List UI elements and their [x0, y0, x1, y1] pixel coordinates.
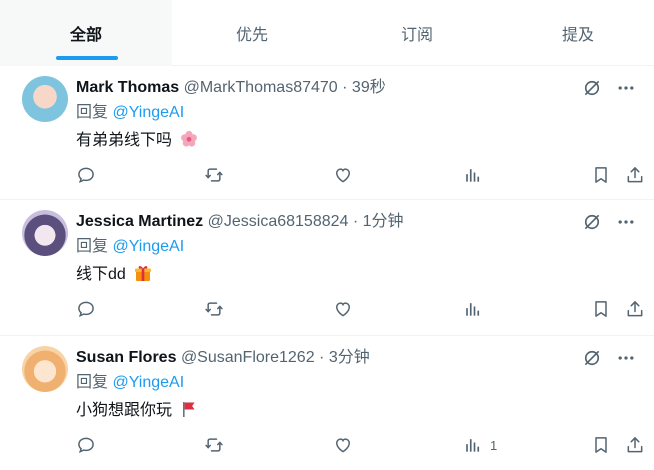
tweet-text-content: 有弟弟线下吗: [76, 132, 173, 149]
tweet-item[interactable]: Jessica Martinez @Jessica68158824 · 1分钟 …: [0, 200, 654, 336]
author-handle[interactable]: @SusanFlore1262: [181, 349, 315, 366]
share-icon: [627, 437, 643, 453]
tweet-text: 小狗想跟你玩: [76, 400, 198, 424]
tab-priority[interactable]: 优先: [172, 0, 332, 66]
timestamp[interactable]: 39秒: [352, 79, 386, 96]
active-tab-indicator: [56, 56, 118, 60]
tweet-item[interactable]: Mark Thomas @MarkThomas87470 · 39秒 回复 @Y…: [0, 66, 654, 200]
share-button[interactable]: [625, 434, 645, 456]
reply-button[interactable]: [76, 298, 96, 320]
retweet-button[interactable]: [204, 434, 224, 456]
bookmark-button[interactable]: [591, 164, 611, 186]
author-name[interactable]: Jessica Martinez: [76, 213, 203, 230]
author-name[interactable]: Susan Flores: [76, 349, 176, 366]
tweet-text: 线下dd: [76, 264, 152, 288]
reply-button[interactable]: [76, 164, 96, 186]
like-button[interactable]: [333, 298, 353, 320]
tweet-actions: 1: [76, 434, 644, 458]
author-name[interactable]: Mark Thomas: [76, 79, 179, 96]
views-button[interactable]: [462, 164, 490, 186]
reply-handle-link[interactable]: @YingeAI: [112, 238, 184, 255]
tweet-text-content: 小狗想跟你玩: [76, 402, 173, 419]
views-icon: [466, 439, 480, 452]
reply-prefix: 回复: [76, 104, 109, 121]
share-button[interactable]: [625, 164, 645, 186]
reply-button[interactable]: [76, 434, 96, 456]
heart-icon: [335, 438, 351, 453]
more-icon[interactable]: [616, 212, 636, 232]
views-count: 1: [490, 437, 498, 453]
tweet-header: Mark Thomas @MarkThomas87470 · 39秒: [76, 78, 386, 98]
reply-handle-link[interactable]: @YingeAI: [112, 374, 184, 391]
more-icon[interactable]: [616, 348, 636, 368]
retweet-icon: [205, 438, 223, 452]
retweet-icon: [205, 168, 223, 182]
red-flag-emoji-icon: [180, 400, 198, 424]
avatar[interactable]: [22, 76, 68, 122]
like-button[interactable]: [333, 434, 353, 456]
tweet-actions: [76, 164, 644, 188]
share-icon: [627, 167, 643, 183]
bookmark-icon: [595, 437, 607, 453]
tab-priority-label: 优先: [235, 27, 268, 44]
bookmark-icon: [595, 167, 607, 183]
bookmark-button[interactable]: [591, 434, 611, 456]
tweet-item[interactable]: Susan Flores @SusanFlore1262 · 3分钟 回复 @Y…: [0, 336, 654, 470]
tab-subscriptions-label: 订阅: [400, 27, 433, 44]
retweet-icon: [205, 302, 223, 316]
reply-prefix: 回复: [76, 238, 109, 255]
flower-emoji-icon: [180, 130, 198, 154]
heart-icon: [335, 168, 351, 183]
tab-subscriptions[interactable]: 订阅: [332, 0, 502, 66]
share-icon: [627, 301, 643, 317]
reply-icon: [78, 437, 94, 454]
author-handle[interactable]: @MarkThomas87470: [184, 79, 338, 96]
tweet-actions: [76, 298, 644, 322]
tweet-text: 有弟弟线下吗: [76, 130, 198, 154]
author-handle[interactable]: @Jessica68158824: [208, 213, 349, 230]
views-icon: [466, 303, 480, 316]
separator: ·: [352, 213, 359, 230]
tab-all[interactable]: 全部: [0, 0, 172, 66]
bookmark-button[interactable]: [591, 298, 611, 320]
like-button[interactable]: [333, 164, 353, 186]
reply-context: 回复 @YingeAI: [76, 103, 184, 123]
grok-icon[interactable]: [582, 348, 602, 368]
tab-all-label: 全部: [69, 27, 102, 44]
reply-icon: [78, 167, 94, 184]
grok-icon[interactable]: [582, 212, 602, 232]
retweet-button[interactable]: [204, 164, 224, 186]
notification-tabs: 全部 优先 订阅 提及: [0, 0, 654, 66]
more-icon[interactable]: [616, 78, 636, 98]
timestamp[interactable]: 3分钟: [329, 349, 370, 366]
reply-prefix: 回复: [76, 374, 109, 391]
tab-mentions[interactable]: 提及: [502, 0, 654, 66]
bookmark-icon: [595, 301, 607, 317]
retweet-button[interactable]: [204, 298, 224, 320]
tweet-header: Jessica Martinez @Jessica68158824 · 1分钟: [76, 212, 404, 232]
tweet-text-content: 线下dd: [76, 266, 126, 283]
avatar[interactable]: [22, 346, 68, 392]
reply-icon: [78, 301, 94, 318]
reply-context: 回复 @YingeAI: [76, 237, 184, 257]
views-button[interactable]: 1: [462, 434, 497, 456]
grok-icon[interactable]: [582, 78, 602, 98]
reply-handle-link[interactable]: @YingeAI: [112, 104, 184, 121]
tweet-header: Susan Flores @SusanFlore1262 · 3分钟: [76, 348, 370, 368]
views-button[interactable]: [462, 298, 490, 320]
timestamp[interactable]: 1分钟: [363, 213, 404, 230]
tab-mentions-label: 提及: [561, 27, 594, 44]
gift-emoji-icon: [134, 264, 152, 288]
views-icon: [466, 169, 480, 182]
separator: ·: [342, 79, 348, 96]
avatar[interactable]: [22, 210, 68, 256]
separator: ·: [319, 349, 325, 366]
reply-context: 回复 @YingeAI: [76, 373, 184, 393]
share-button[interactable]: [625, 298, 645, 320]
heart-icon: [335, 302, 351, 317]
